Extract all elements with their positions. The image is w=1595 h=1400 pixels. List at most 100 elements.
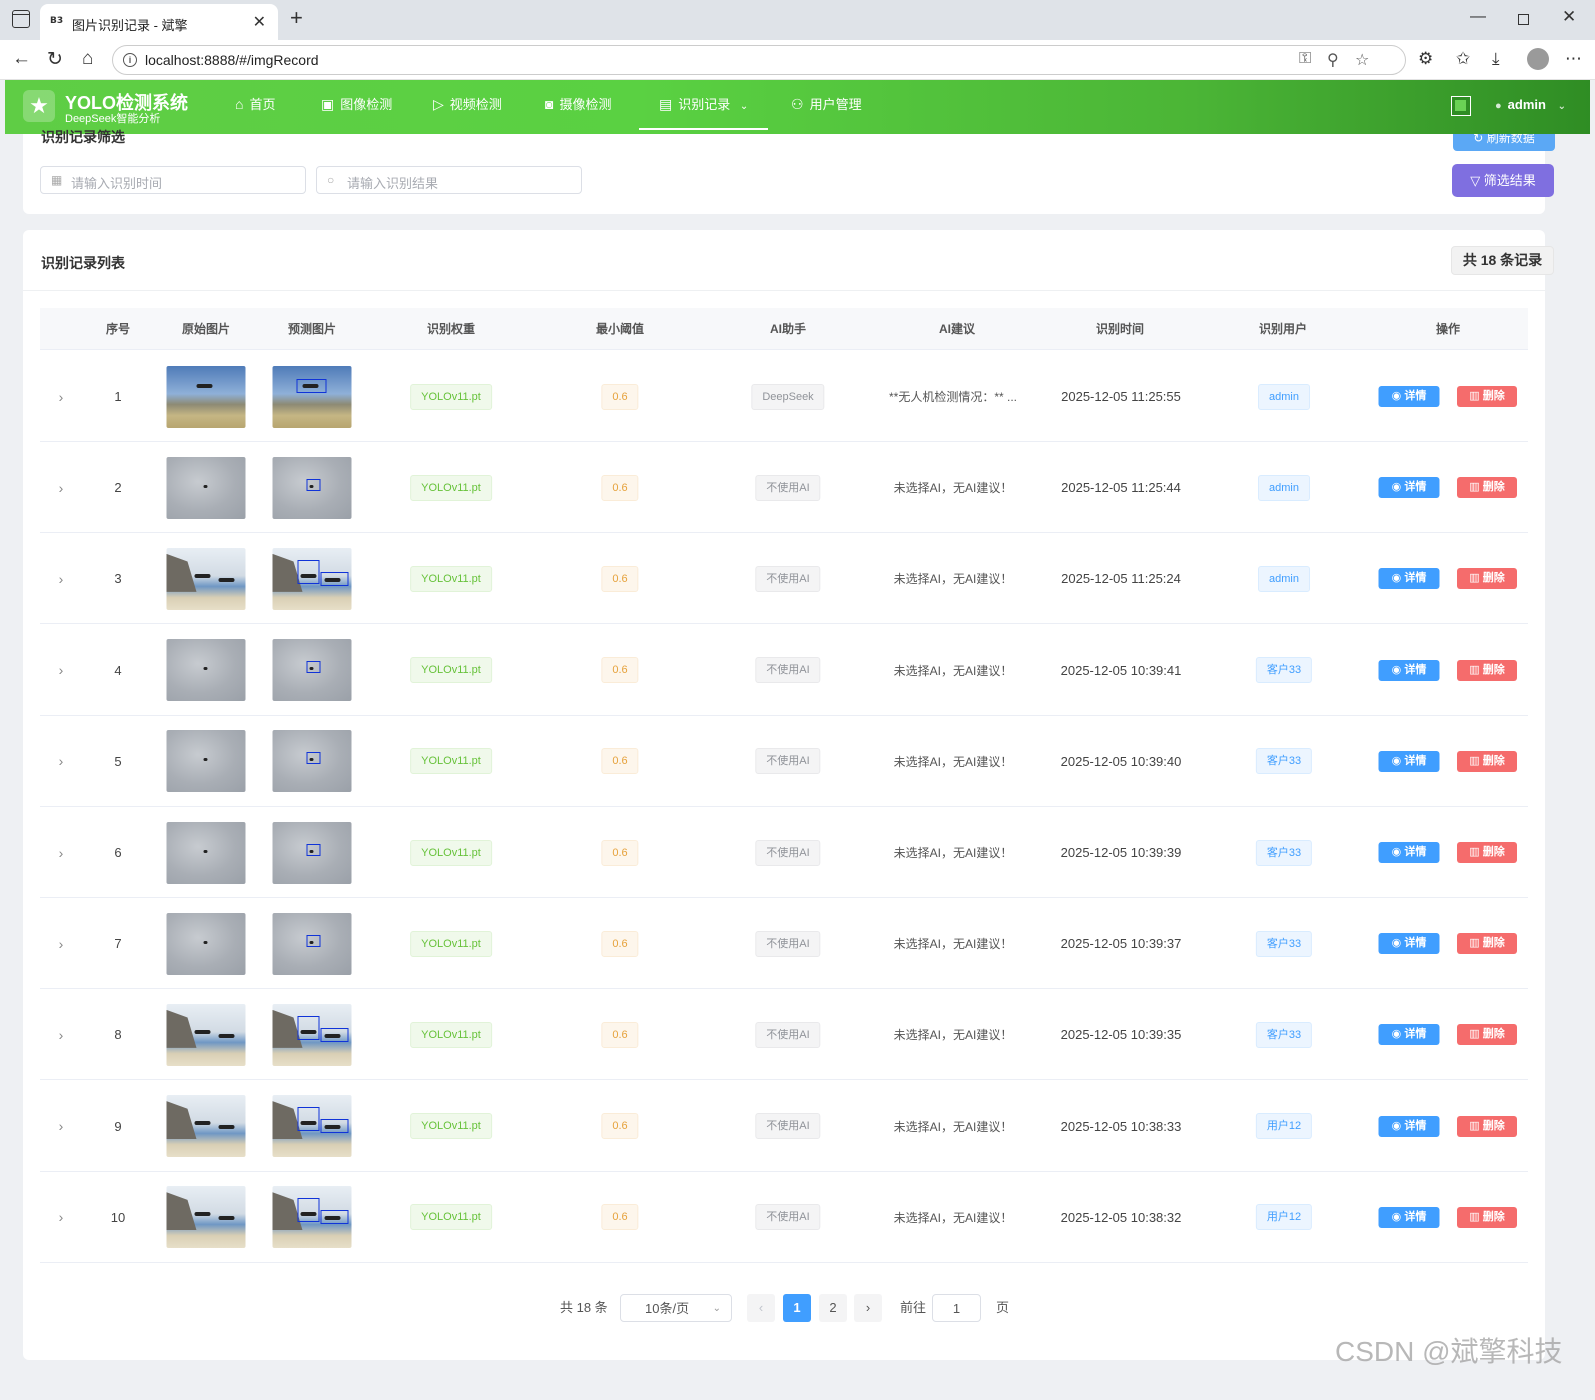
predicted-image[interactable]	[272, 1003, 352, 1066]
ai-advice: 未选择AI，无AI建议！	[893, 937, 1013, 952]
detail-button[interactable]: ◉ 详情	[1378, 750, 1440, 772]
nav-home[interactable]: ⌂ 首页	[235, 80, 275, 130]
tab-actions-icon[interactable]	[12, 10, 30, 28]
address-bar: ← ↻ ⌂ i localhost:8888/#/imgRecord ⚿ ⚲ ☆…	[0, 40, 1595, 80]
delete-button[interactable]: ▥ 删除	[1457, 750, 1517, 772]
tab-close-icon[interactable]: ✕	[253, 12, 266, 32]
new-tab-icon[interactable]: +	[290, 5, 303, 31]
predicted-image[interactable]	[272, 456, 352, 519]
weight-tag: YOLOv11.pt	[410, 839, 492, 866]
expand-chevron-icon[interactable]: ›	[59, 845, 64, 861]
detail-button[interactable]: ◉ 详情	[1378, 568, 1440, 590]
nav-image-detect[interactable]: ▣ 图像检测	[321, 80, 392, 130]
predicted-image[interactable]	[272, 912, 352, 975]
zoom-icon[interactable]: ⚲	[1327, 50, 1339, 70]
column-header: AI建议	[938, 322, 976, 336]
detail-button[interactable]: ◉ 详情	[1378, 842, 1440, 863]
profile-avatar[interactable]	[1527, 48, 1549, 70]
key-icon[interactable]: ⚿	[1299, 50, 1311, 68]
detail-button[interactable]: ◉ 详情	[1378, 1024, 1440, 1046]
delete-button[interactable]: ▥ 删除	[1457, 1024, 1517, 1046]
expand-chevron-icon[interactable]: ›	[59, 389, 64, 405]
original-image[interactable]	[166, 456, 246, 519]
detail-button[interactable]: ◉ 详情	[1378, 659, 1440, 681]
original-image[interactable]	[166, 1186, 246, 1249]
nav-user-manage[interactable]: ⚇ 用户管理	[791, 80, 862, 130]
goto-page-input[interactable]: 1	[932, 1294, 981, 1322]
expand-chevron-icon[interactable]: ›	[59, 1209, 64, 1225]
predicted-image[interactable]	[272, 821, 352, 884]
home-icon[interactable]: ⌂	[82, 48, 93, 70]
filter-button[interactable]: ▽ 筛选结果	[1452, 164, 1554, 197]
original-image[interactable]	[166, 730, 246, 793]
nav-camera-detect[interactable]: ◙ 摄像检测	[545, 80, 611, 130]
ai-tag: 不使用AI	[755, 565, 821, 592]
original-image[interactable]	[166, 821, 246, 884]
refresh-button[interactable]: ↻ 刷新数据	[1453, 134, 1555, 151]
delete-button[interactable]: ▥ 删除	[1457, 659, 1517, 681]
delete-button[interactable]: ▥ 删除	[1457, 933, 1517, 955]
delete-button[interactable]: ▥ 删除	[1457, 1115, 1517, 1137]
delete-button[interactable]: ▥ 删除	[1457, 386, 1517, 407]
page-button[interactable]: 2	[819, 1294, 847, 1322]
download-icon[interactable]: ⤓	[1492, 49, 1500, 69]
original-image[interactable]	[166, 365, 246, 428]
predicted-image[interactable]	[272, 547, 352, 610]
predicted-image[interactable]	[272, 730, 352, 793]
user-menu[interactable]: ● admin ⌄	[1495, 97, 1566, 112]
predicted-image[interactable]	[272, 639, 352, 702]
expand-chevron-icon[interactable]: ›	[59, 480, 64, 496]
more-icon[interactable]: ⋯	[1565, 49, 1582, 69]
delete-button[interactable]: ▥ 删除	[1457, 477, 1517, 499]
detail-button[interactable]: ◉ 详情	[1378, 1206, 1440, 1228]
time-filter-input[interactable]: ▦ 请输入识别时间	[40, 166, 306, 194]
fullscreen-icon[interactable]	[1451, 96, 1471, 116]
reload-icon[interactable]: ↻	[47, 48, 63, 71]
page-size-select[interactable]: 10条/页 ⌄	[620, 1294, 732, 1322]
expand-chevron-icon[interactable]: ›	[59, 571, 64, 587]
expand-chevron-icon[interactable]: ›	[59, 662, 64, 678]
nav-records[interactable]: ▤ 识别记录 ⌄	[639, 80, 769, 130]
delete-button[interactable]: ▥ 删除	[1457, 1206, 1517, 1228]
original-image[interactable]	[166, 1003, 246, 1066]
threshold-tag: 0.6	[601, 930, 639, 957]
prev-page-button[interactable]: ‹	[747, 1294, 775, 1322]
detail-label: 详情	[1404, 1210, 1427, 1223]
back-icon[interactable]: ←	[12, 48, 31, 70]
expand-chevron-icon[interactable]: ›	[59, 753, 64, 769]
maximize-icon[interactable]	[1518, 14, 1529, 25]
expand-chevron-icon[interactable]: ›	[59, 936, 64, 952]
window-close-icon[interactable]: ✕	[1562, 7, 1576, 27]
expand-chevron-icon[interactable]: ›	[59, 1027, 64, 1043]
predicted-image[interactable]	[272, 1186, 352, 1249]
page-button[interactable]: 1	[783, 1294, 811, 1322]
predicted-image[interactable]	[272, 1095, 352, 1158]
original-image[interactable]	[166, 639, 246, 702]
predicted-image[interactable]	[272, 365, 352, 428]
result-filter-input[interactable]: ○ 请输入识别结果	[316, 166, 582, 194]
delete-label: 删除	[1482, 754, 1505, 767]
expand-chevron-icon[interactable]: ›	[59, 1118, 64, 1134]
browser-tab[interactable]: B3 图片识别记录 - 斌擎 ✕	[40, 4, 278, 40]
detail-label: 详情	[1404, 572, 1427, 585]
star-icon[interactable]: ☆	[1355, 50, 1369, 70]
minimize-icon[interactable]: —	[1470, 8, 1486, 26]
nav-video-detect[interactable]: ▷ 视频检测	[433, 80, 502, 130]
site-info-icon[interactable]: i	[123, 53, 137, 67]
detail-button[interactable]: ◉ 详情	[1378, 386, 1440, 407]
original-image[interactable]	[166, 912, 246, 975]
detail-button[interactable]: ◉ 详情	[1378, 1115, 1440, 1137]
refresh-label: 刷新数据	[1486, 134, 1535, 145]
detail-button[interactable]: ◉ 详情	[1378, 477, 1440, 499]
extensions-icon[interactable]: ⚙	[1418, 49, 1433, 69]
next-page-button[interactable]: ›	[854, 1294, 882, 1322]
detail-button[interactable]: ◉ 详情	[1378, 933, 1440, 955]
delete-button[interactable]: ▥ 删除	[1457, 842, 1517, 863]
table-row: › 5 YOLOv11.pt 0.6 不使用AI 未选择AI，无AI建议！ 20…	[40, 716, 1528, 807]
original-image[interactable]	[166, 547, 246, 610]
favorites-icon[interactable]: ✩	[1456, 49, 1470, 69]
delete-button[interactable]: ▥ 删除	[1457, 568, 1517, 590]
url-input[interactable]: i localhost:8888/#/imgRecord ⚿ ⚲ ☆	[112, 45, 1406, 75]
detail-label: 详情	[1404, 754, 1427, 767]
original-image[interactable]	[166, 1095, 246, 1158]
